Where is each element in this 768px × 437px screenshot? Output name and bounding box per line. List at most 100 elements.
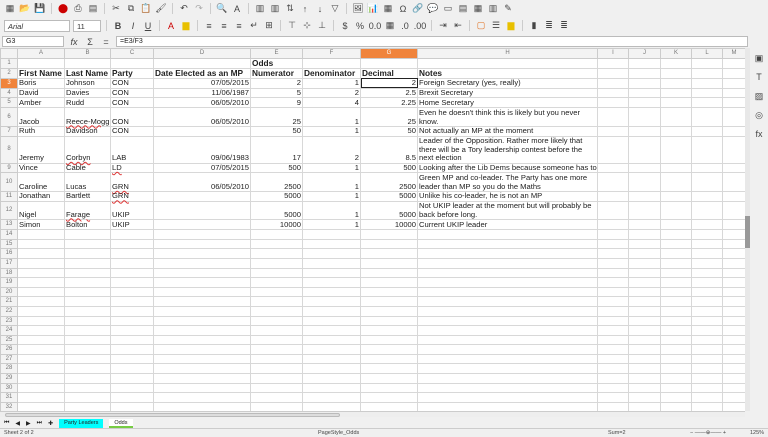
cell-C2[interactable]: Party — [110, 67, 154, 79]
cell-G5[interactable]: 2.25 — [360, 97, 418, 109]
row-header-32[interactable]: 32 — [0, 401, 18, 411]
cell-C12[interactable]: UKIP — [110, 200, 154, 221]
decrease-indent-icon[interactable]: ⇤ — [452, 20, 464, 32]
cell-C24[interactable] — [110, 325, 154, 336]
navigator-icon[interactable]: ◎ — [753, 109, 765, 121]
cell-A9[interactable]: Vince — [17, 162, 65, 174]
cell-D12[interactable] — [153, 200, 251, 221]
cell-C14[interactable] — [110, 229, 154, 240]
sort-icon[interactable]: ⇅ — [284, 3, 296, 15]
cell-E3[interactable]: 2 — [250, 77, 303, 89]
cell-A20[interactable] — [17, 286, 65, 298]
cell-K19[interactable] — [660, 277, 692, 288]
row-header-24[interactable]: 24 — [0, 325, 18, 336]
cell-D30[interactable] — [153, 382, 251, 394]
cell-H20[interactable] — [417, 286, 598, 298]
row-header-18[interactable]: 18 — [0, 267, 18, 279]
cell-D22[interactable] — [153, 305, 251, 317]
cell-L7[interactable] — [691, 126, 723, 137]
cell-A14[interactable] — [17, 229, 65, 240]
cell-J28[interactable] — [628, 363, 661, 375]
undo-icon[interactable]: ↶ — [178, 3, 190, 15]
cell-F29[interactable] — [302, 373, 361, 384]
row-header-29[interactable]: 29 — [0, 373, 18, 384]
column-header-K[interactable]: K — [660, 48, 692, 59]
cell-K24[interactable] — [660, 325, 692, 336]
redo-icon[interactable]: ↷ — [193, 3, 205, 15]
hyperlink-icon[interactable]: 🔗 — [412, 3, 424, 15]
cell-B5[interactable]: Rudd — [64, 97, 111, 109]
special-character-icon[interactable]: Ω — [397, 3, 409, 15]
sort-ascending-icon[interactable]: ↑ — [299, 3, 311, 15]
cell-L18[interactable] — [691, 267, 723, 279]
cell-J22[interactable] — [628, 305, 661, 317]
cell-A18[interactable] — [17, 267, 65, 279]
draw-functions-icon[interactable]: ✎ — [502, 3, 514, 15]
cell-D5[interactable]: 06/05/2010 — [153, 97, 251, 109]
column-header-H[interactable]: H — [417, 48, 598, 59]
cell-G29[interactable] — [360, 373, 418, 384]
cell-J23[interactable] — [628, 315, 661, 327]
cell-G3[interactable]: 2 — [360, 77, 418, 89]
cell-A31[interactable] — [17, 392, 65, 403]
cell-M1[interactable] — [722, 57, 745, 69]
row-header-4[interactable]: 4 — [0, 87, 18, 99]
cell-G16[interactable] — [360, 248, 418, 259]
cell-D14[interactable] — [153, 229, 251, 240]
cell-A4[interactable]: David — [17, 87, 65, 99]
cell-E21[interactable] — [250, 296, 303, 307]
highlight-icon[interactable]: ▆ — [180, 20, 192, 32]
row-header-19[interactable]: 19 — [0, 277, 18, 288]
cell-B29[interactable] — [64, 373, 111, 384]
cell-M17[interactable] — [722, 257, 745, 269]
cell-E2[interactable]: Numerator — [250, 67, 303, 79]
cell-I22[interactable] — [597, 305, 629, 317]
cell-J30[interactable] — [628, 382, 661, 394]
cut-icon[interactable]: ✂ — [110, 3, 122, 15]
cell-D2[interactable]: Date Elected as an MP — [153, 67, 251, 79]
row-header-17[interactable]: 17 — [0, 257, 18, 269]
column-header-F[interactable]: F — [302, 48, 361, 59]
cell-I19[interactable] — [597, 277, 629, 288]
tab-party-leaders[interactable]: Party Leaders — [59, 418, 104, 428]
cell-F3[interactable]: 1 — [302, 77, 361, 89]
number-format-icon[interactable]: 0.0 — [369, 20, 382, 32]
cell-A1[interactable] — [17, 57, 65, 69]
cell-I12[interactable] — [597, 200, 629, 221]
cell-G24[interactable] — [360, 325, 418, 336]
cell-J31[interactable] — [628, 392, 661, 403]
cell-B8[interactable]: Corbyn — [64, 135, 111, 164]
cell-E18[interactable] — [250, 267, 303, 279]
cell-G18[interactable] — [360, 267, 418, 279]
row-header-10[interactable]: 10 — [0, 172, 18, 193]
cell-G10[interactable]: 2500 — [360, 172, 418, 193]
cell-L24[interactable] — [691, 325, 723, 336]
cell-L15[interactable] — [691, 238, 723, 250]
cell-L32[interactable] — [691, 401, 723, 411]
cell-A23[interactable] — [17, 315, 65, 327]
cell-E9[interactable]: 500 — [250, 162, 303, 174]
cell-D18[interactable] — [153, 267, 251, 279]
cell-K7[interactable] — [660, 126, 692, 137]
cell-H21[interactable] — [417, 296, 598, 307]
cell-L2[interactable] — [691, 67, 723, 79]
cell-D25[interactable] — [153, 334, 251, 346]
row-header-2[interactable]: 2 — [0, 67, 18, 79]
cell-K32[interactable] — [660, 401, 692, 411]
sort-descending-icon[interactable]: ↓ — [314, 3, 326, 15]
align-middle-icon[interactable]: ⊹ — [301, 20, 313, 32]
cell-J26[interactable] — [628, 344, 661, 355]
horizontal-scroll-thumb[interactable] — [5, 413, 340, 417]
cell-E28[interactable] — [250, 363, 303, 375]
cell-B21[interactable] — [64, 296, 111, 307]
cell-A17[interactable] — [17, 257, 65, 269]
cell-D9[interactable]: 07/05/2015 — [153, 162, 251, 174]
cell-H18[interactable] — [417, 267, 598, 279]
cell-C6[interactable]: CON — [110, 107, 154, 128]
cell-I30[interactable] — [597, 382, 629, 394]
cell-F11[interactable]: 1 — [302, 191, 361, 202]
row-header-30[interactable]: 30 — [0, 382, 18, 394]
cell-F27[interactable] — [302, 353, 361, 365]
gallery-icon[interactable]: ▨ — [753, 90, 765, 102]
row-header-13[interactable]: 13 — [0, 219, 18, 231]
